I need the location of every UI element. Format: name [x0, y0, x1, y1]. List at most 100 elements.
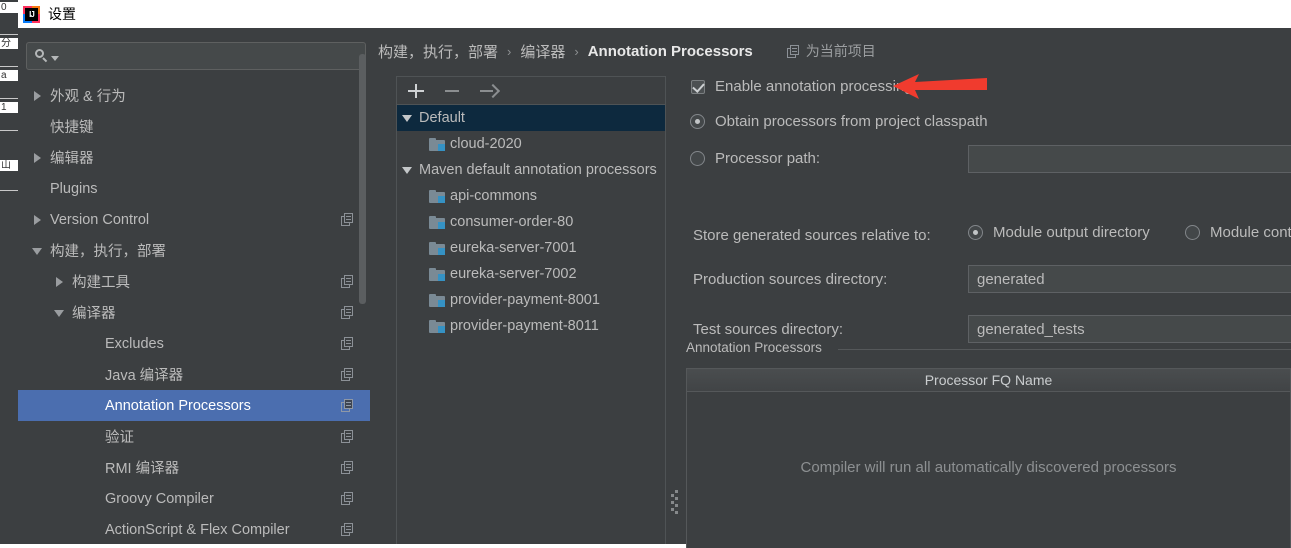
chevron-right-icon[interactable] [32, 152, 44, 164]
module-node-provider-payment-8011[interactable]: provider-payment-8011 [397, 313, 665, 339]
sidebar-scrollbar[interactable] [359, 54, 366, 304]
copy-icon[interactable] [341, 523, 354, 536]
copy-icon[interactable] [341, 492, 354, 505]
chevron-down-icon[interactable] [54, 307, 66, 319]
sidebar-item-appearance-behavior[interactable]: 外观 & 行为 [18, 80, 370, 111]
copy-icon[interactable] [341, 337, 354, 350]
module-node-provider-payment-8001[interactable]: provider-payment-8001 [397, 287, 665, 313]
copy-icon [786, 44, 800, 58]
copy-icon[interactable] [341, 275, 354, 288]
breadcrumb-item[interactable]: 编译器 [520, 41, 565, 62]
copy-icon[interactable] [341, 461, 354, 474]
red-arrow-annotation [893, 74, 987, 99]
obtain-from-classpath-row[interactable]: Obtain processors from project classpath [690, 113, 988, 130]
copy-icon[interactable] [341, 368, 354, 381]
chevron-down-icon[interactable] [401, 164, 415, 176]
module-node-label: eureka-server-7002 [450, 266, 577, 282]
bg-divider [0, 130, 18, 131]
chevron-down-icon[interactable] [401, 112, 415, 124]
enable-annotation-processing-checkbox[interactable] [691, 79, 705, 94]
sidebar-item-label: 编辑器 [50, 151, 94, 167]
module-node-eureka-server-7001[interactable]: eureka-server-7001 [397, 235, 665, 261]
module-node-consumer-order-80[interactable]: consumer-order-80 [397, 209, 665, 235]
bg-divider [0, 190, 18, 191]
sidebar-item-label: Plugins [50, 180, 98, 197]
chevron-down-icon[interactable] [32, 245, 44, 257]
bg-text-line: 山 [0, 160, 18, 171]
sidebar-item-groovy-compiler[interactable]: Groovy Compiler [18, 483, 370, 514]
profile-node-label: Maven default annotation processors [419, 162, 657, 178]
copy-icon[interactable] [341, 430, 354, 443]
sidebar-item-label: ActionScript & Flex Compiler [105, 521, 290, 538]
processor-path-radio[interactable] [690, 151, 705, 166]
sidebar-item-label: 构建工具 [72, 275, 130, 291]
module-node-eureka-server-7002[interactable]: eureka-server-7002 [397, 261, 665, 287]
settings-sidebar: 外观 & 行为 快捷键 编辑器 Plugins Version Control … [18, 28, 370, 544]
sidebar-item-compiler[interactable]: 编译器 [18, 297, 370, 328]
module-output-directory-row[interactable]: Module output directory [968, 224, 1150, 241]
sidebar-item-label: 快捷键 [50, 120, 94, 136]
processor-path-input[interactable] [968, 145, 1291, 173]
obtain-from-classpath-radio[interactable] [690, 114, 705, 129]
sidebar-item-label: Excludes [105, 335, 164, 352]
sidebar-item-actionscript-flex-compiler[interactable]: ActionScript & Flex Compiler [18, 514, 370, 544]
chevron-right-icon[interactable] [32, 90, 44, 102]
sidebar-item-plugins[interactable]: Plugins [18, 173, 370, 204]
sidebar-item-label: Java 编译器 [105, 368, 184, 384]
sidebar-item-label: Groovy Compiler [105, 490, 214, 507]
group-divider [838, 349, 1291, 350]
bg-text-line: 1 [0, 102, 18, 113]
test-sources-value: generated_tests [977, 320, 1085, 338]
sidebar-item-version-control[interactable]: Version Control [18, 204, 370, 235]
profile-node-maven-default[interactable]: Maven default annotation processors [397, 157, 665, 183]
sidebar-item-label: 构建，执行，部署 [50, 244, 166, 260]
copy-icon[interactable] [341, 306, 354, 319]
sidebar-item-annotation-processors[interactable]: Annotation Processors [18, 390, 370, 421]
sidebar-item-java-compiler[interactable]: Java 编译器 [18, 359, 370, 390]
chevron-right-icon[interactable] [54, 276, 66, 288]
sidebar-item-validation[interactable]: 验证 [18, 421, 370, 452]
test-sources-label: Test sources directory: [693, 321, 844, 338]
processor-path-row[interactable]: Processor path: [690, 150, 820, 167]
dialog-title: 设置 [48, 6, 76, 22]
module-folder-icon [429, 241, 445, 255]
annotation-processors-table[interactable]: Processor FQ Name Compiler will run all … [686, 368, 1291, 548]
copy-icon[interactable] [341, 213, 354, 226]
chevron-right-icon[interactable] [32, 214, 44, 226]
remove-profile-button[interactable] [443, 82, 461, 100]
module-content-root-row[interactable]: Module content root [1185, 224, 1291, 241]
module-node-cloud-2020[interactable]: cloud-2020 [397, 131, 665, 157]
search-input[interactable] [59, 48, 365, 64]
sidebar-item-excludes[interactable]: Excludes [18, 328, 370, 359]
sidebar-item-label: 验证 [105, 430, 134, 446]
production-sources-input[interactable]: generated [968, 265, 1291, 293]
sidebar-item-editor[interactable]: 编辑器 [18, 142, 370, 173]
sidebar-item-build-execution-deployment[interactable]: 构建，执行，部署 [18, 235, 370, 266]
bg-divider [0, 34, 18, 35]
module-node-api-commons[interactable]: api-commons [397, 183, 665, 209]
module-output-directory-radio[interactable] [968, 225, 983, 240]
module-node-label: api-commons [450, 188, 538, 204]
chevron-down-icon[interactable] [51, 55, 59, 61]
enable-annotation-processing-row[interactable]: Enable annotation processing [691, 78, 913, 95]
settings-dialog: IJ 设置 外观 & 行为 快捷键 编辑器 Plugins Version Co… [18, 0, 1291, 548]
move-to-profile-button[interactable] [479, 82, 497, 100]
module-node-label: eureka-server-7001 [450, 240, 577, 256]
sidebar-item-rmi-compiler[interactable]: RMI 编译器 [18, 452, 370, 483]
module-content-root-radio[interactable] [1185, 225, 1200, 240]
breadcrumb: 构建，执行，部署 › 编译器 › Annotation Processors 为… [378, 38, 876, 64]
production-sources-value: generated [977, 270, 1045, 288]
panel-splitter-handle[interactable] [670, 490, 680, 524]
add-profile-button[interactable] [407, 82, 425, 100]
test-sources-input[interactable]: generated_tests [968, 315, 1291, 343]
sidebar-item-keymap[interactable]: 快捷键 [18, 111, 370, 142]
copy-icon[interactable] [341, 399, 354, 412]
module-folder-icon [429, 189, 445, 203]
profile-node-default[interactable]: Default [397, 105, 665, 131]
search-box[interactable] [26, 42, 366, 70]
sidebar-item-build-tools[interactable]: 构建工具 [18, 266, 370, 297]
breadcrumb-item[interactable]: 构建，执行，部署 [378, 41, 498, 62]
intellij-idea-logo-icon: IJ [23, 5, 40, 23]
store-relative-label: Store generated sources relative to: [693, 227, 931, 244]
bg-text-line: a [0, 70, 18, 81]
